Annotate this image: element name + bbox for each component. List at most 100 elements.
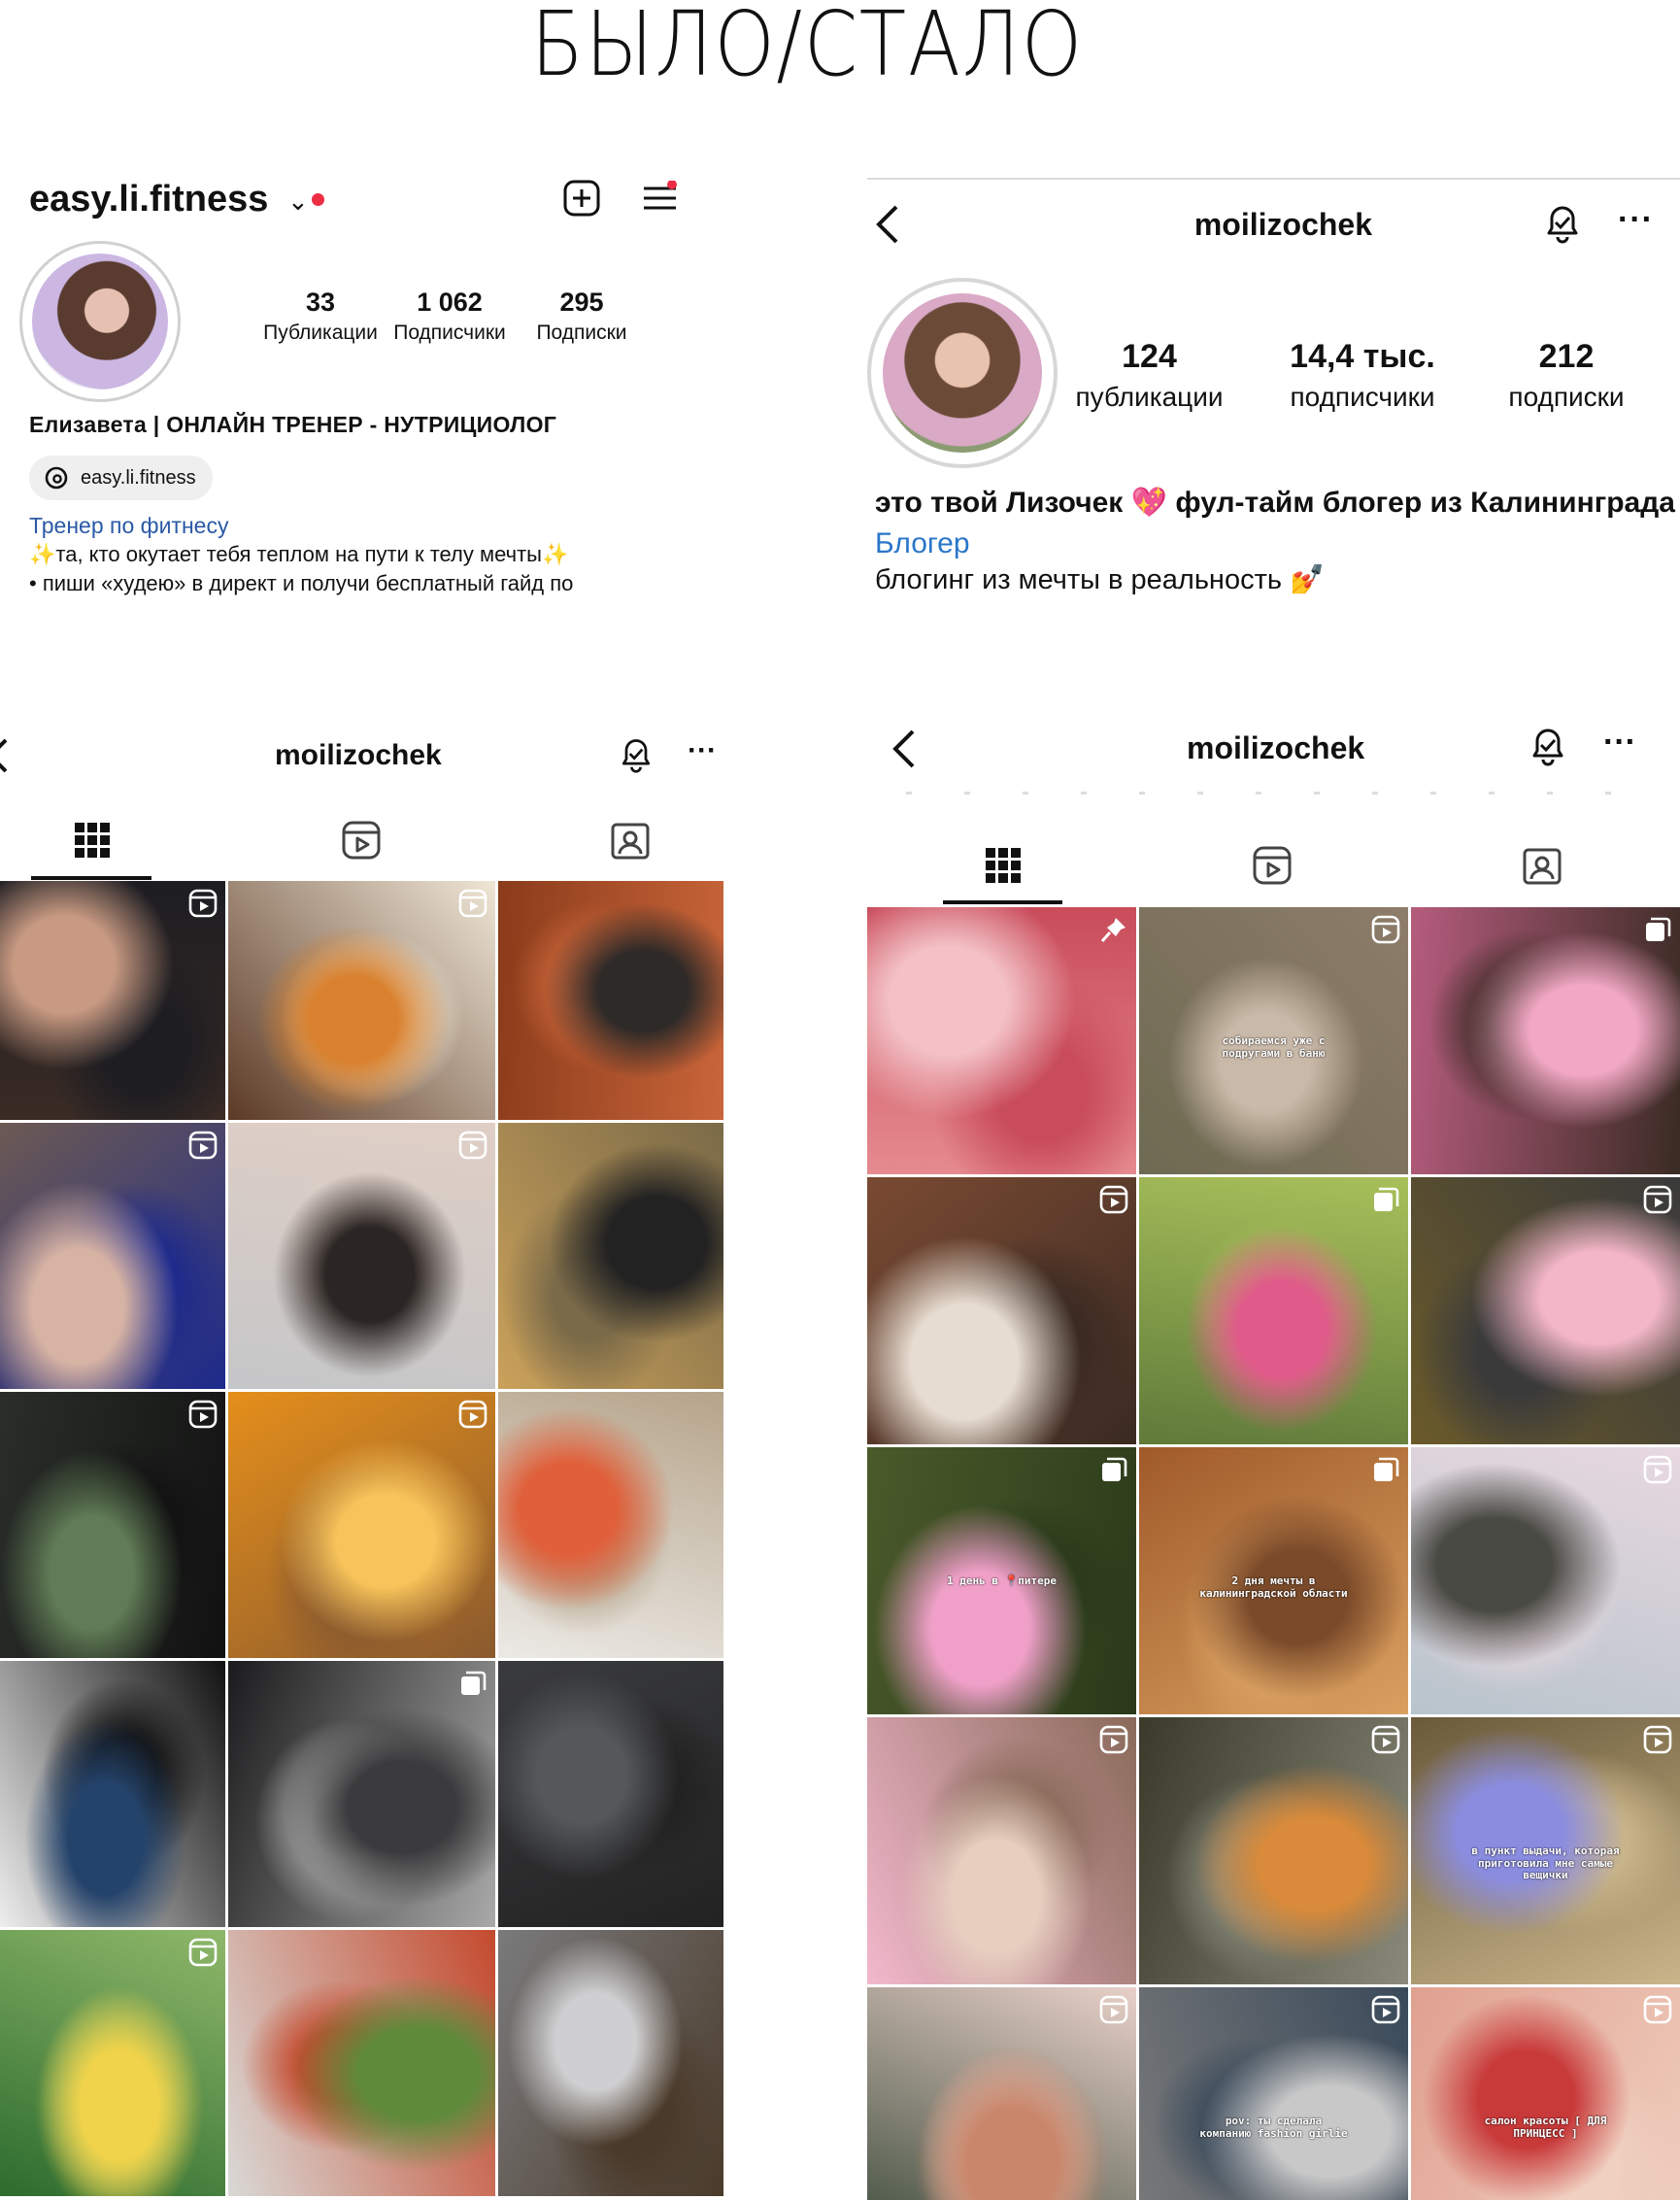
post-thumbnail[interactable] <box>228 1930 495 2196</box>
post-thumbnail[interactable] <box>0 1661 225 1927</box>
reel-icon <box>1371 1725 1400 1754</box>
tagged-icon[interactable] <box>1521 844 1563 887</box>
reels-icon[interactable] <box>1251 844 1294 887</box>
stat-value: 295 <box>559 288 604 317</box>
post-thumbnail[interactable] <box>867 907 1136 1174</box>
grid-icon[interactable] <box>982 844 1025 887</box>
reel-icon <box>1371 915 1400 944</box>
stat-posts[interactable]: 124 публикации <box>1069 338 1229 413</box>
profile-username[interactable]: easy.li.fitness <box>29 179 268 220</box>
stat-value: 124 <box>1122 338 1177 375</box>
post-thumbnail[interactable]: в пункт выдачи, которая приготовила мне … <box>1411 1717 1680 1984</box>
post-thumbnail[interactable] <box>1411 907 1680 1174</box>
reel-icon <box>458 1400 487 1429</box>
reel-icon <box>188 889 218 918</box>
more-options-icon[interactable]: ··· <box>1618 201 1654 239</box>
stat-value: 14,4 тыс. <box>1290 338 1435 375</box>
more-options-icon[interactable]: ··· <box>1603 724 1636 762</box>
before-post-grid-screen: moilizochek ··· <box>0 719 723 2200</box>
post-caption-overlay: pov: ты сделала компанию fashion girlie <box>1199 2115 1348 2140</box>
avatar[interactable] <box>883 293 1042 453</box>
grid-icon[interactable] <box>71 819 114 862</box>
bio-line: • пиши «худею» в директ и получи бесплат… <box>29 571 574 595</box>
post-thumbnail[interactable] <box>228 1123 495 1389</box>
notification-dot <box>312 193 324 206</box>
carousel-icon <box>461 1671 487 1695</box>
post-thumbnail[interactable] <box>0 881 225 1120</box>
chevron-down-icon[interactable]: ⌄ <box>287 186 309 217</box>
post-thumbnail[interactable]: 2 дня мечты в калининградской области <box>1139 1447 1408 1714</box>
stat-value: 1 062 <box>417 288 483 317</box>
post-thumbnail[interactable] <box>0 1392 225 1658</box>
notification-bell-icon[interactable] <box>1541 201 1584 246</box>
threads-link[interactable]: easy.li.fitness <box>29 456 213 500</box>
stat-value: 33 <box>305 288 336 317</box>
reel-icon <box>188 1400 218 1429</box>
back-arrow-icon[interactable] <box>891 728 917 770</box>
threads-handle: easy.li.fitness <box>81 466 196 489</box>
stat-label: Подписки <box>536 322 627 344</box>
add-post-icon[interactable] <box>563 180 600 217</box>
menu-icon[interactable] <box>643 181 678 214</box>
stat-following[interactable]: 295 Подписки <box>521 288 642 345</box>
bio-line: ✨та, кто окутает тебя теплом на пути к т… <box>29 542 569 566</box>
post-thumbnail[interactable] <box>867 1717 1136 1984</box>
post-thumbnail[interactable] <box>228 1661 495 1927</box>
carousel-icon <box>1646 917 1671 941</box>
page-title: БЫЛО/СТАЛО <box>530 0 1084 96</box>
post-thumbnail[interactable] <box>0 1123 225 1389</box>
avatar[interactable] <box>32 254 168 389</box>
post-thumbnail[interactable]: 1 день в 📍питере <box>867 1447 1136 1714</box>
profile-name: Елизавета | ОНЛАЙН ТРЕНЕР - НУТРИЦИОЛОГ <box>29 412 557 437</box>
post-thumbnail[interactable]: собираемся уже с подругами в баню <box>1139 907 1408 1174</box>
stat-following[interactable]: 212 подписки <box>1489 338 1644 413</box>
post-thumbnail[interactable]: pov: ты сделала компанию fashion girlie <box>1139 1987 1408 2200</box>
tagged-icon[interactable] <box>609 819 652 862</box>
profile-username: moilizochek <box>1187 730 1365 765</box>
stat-followers[interactable]: 14,4 тыс. подписчики <box>1265 338 1460 413</box>
stat-posts[interactable]: 33 Публикации <box>260 288 381 345</box>
reel-icon <box>1371 1995 1400 2024</box>
bio-line: блогинг из мечты в реальность 💅 <box>875 564 1326 595</box>
post-thumbnail[interactable] <box>228 1392 495 1658</box>
post-thumbnail[interactable] <box>228 881 495 1120</box>
notification-bell-icon[interactable] <box>617 733 655 776</box>
post-thumbnail[interactable] <box>1139 1717 1408 1984</box>
after-profile-header: moilizochek ··· 124 публикации 14,4 тыс.… <box>867 178 1680 610</box>
after-post-grid-screen: moilizochek ··· собираемся уже с подруга… <box>867 719 1680 2200</box>
reels-icon[interactable] <box>340 819 383 862</box>
profile-category: Тренер по фитнесу <box>29 513 229 538</box>
post-thumbnail[interactable] <box>1411 1177 1680 1444</box>
post-caption-overlay: собираемся уже с подругами в баню <box>1222 1034 1326 1060</box>
more-options-icon[interactable]: ··· <box>688 734 717 767</box>
active-tab-indicator <box>943 900 1062 904</box>
post-thumbnail[interactable] <box>867 1177 1136 1444</box>
stat-label: Подписчики <box>393 322 506 344</box>
stat-value: 212 <box>1538 338 1595 375</box>
reel-icon <box>458 1131 487 1160</box>
post-thumbnail[interactable] <box>498 1392 723 1658</box>
reel-icon <box>458 889 487 918</box>
post-thumbnail[interactable] <box>1139 1177 1408 1444</box>
stat-followers[interactable]: 1 062 Подписчики <box>386 288 513 345</box>
back-arrow-icon[interactable] <box>0 736 8 775</box>
post-thumbnail[interactable] <box>498 1123 723 1389</box>
reel-icon <box>1099 1995 1128 2024</box>
stat-label: подписчики <box>1290 382 1435 412</box>
reel-icon <box>1643 1995 1672 2024</box>
post-thumbnail[interactable] <box>498 1661 723 1927</box>
post-caption-overlay: 1 день в 📍питере <box>946 1574 1058 1587</box>
post-thumbnail[interactable] <box>1411 1447 1680 1714</box>
bio-line: это твой Лизочек 💖 фул-тайм блогер из Ка… <box>875 487 1675 519</box>
post-thumbnail[interactable]: салон красоты [ ДЛЯ ПРИНЦЕСС ] <box>1411 1987 1680 2200</box>
post-grid: собираемся уже с подругами в баню 1 день … <box>867 907 1680 2200</box>
post-thumbnail[interactable] <box>867 1987 1136 2200</box>
active-tab-indicator <box>31 876 151 880</box>
post-thumbnail[interactable] <box>498 881 723 1120</box>
reel-icon <box>188 1938 218 1967</box>
post-thumbnail[interactable] <box>498 1930 723 2196</box>
notification-bell-icon[interactable] <box>1527 724 1569 768</box>
before-profile-header: easy.li.fitness ⌄ 33 Публикации 1 062 По… <box>0 175 723 610</box>
post-thumbnail[interactable] <box>0 1930 225 2196</box>
reel-icon <box>1643 1725 1672 1754</box>
